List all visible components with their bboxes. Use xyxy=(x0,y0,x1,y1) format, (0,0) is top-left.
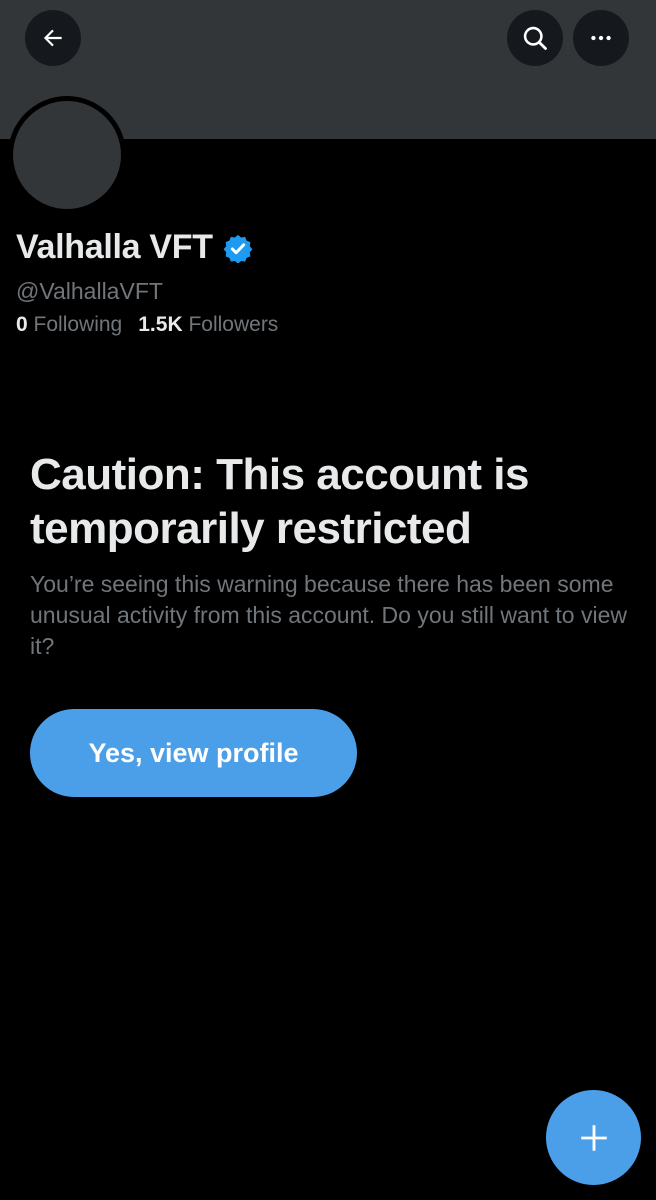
follow-stats: 0 Following 1.5K Followers xyxy=(16,313,278,337)
following-label: Following xyxy=(33,313,123,336)
view-profile-button[interactable]: Yes, view profile xyxy=(30,709,357,797)
avatar[interactable] xyxy=(8,96,126,214)
more-horizontal-icon xyxy=(591,35,611,41)
caution-description: You’re seeing this warning because there… xyxy=(30,571,627,659)
following-count: 0 xyxy=(16,313,28,336)
profile-handle: @ValhallaVFT xyxy=(16,278,163,304)
compose-post-button[interactable] xyxy=(546,1090,641,1185)
followers-count: 1.5K xyxy=(138,313,183,336)
verified-badge-icon[interactable] xyxy=(223,233,253,263)
search-icon xyxy=(523,26,547,50)
caution-title: Caution: This account is temporarily res… xyxy=(30,450,529,553)
following-link[interactable]: 0 Following xyxy=(16,313,122,337)
display-name: Valhalla VFT xyxy=(16,228,213,266)
arrow-left-icon xyxy=(43,29,62,47)
search-button[interactable] xyxy=(507,10,563,66)
profile-screen: Valhalla VFT @ValhallaVFT 0 Following 1.… xyxy=(0,0,656,1200)
followers-label: Followers xyxy=(188,313,279,336)
avatar-image-placeholder xyxy=(13,101,121,209)
profile-name-row: Valhalla VFT xyxy=(16,228,253,267)
plus-icon xyxy=(580,1124,607,1151)
more-options-button[interactable] xyxy=(573,10,629,66)
back-button[interactable] xyxy=(25,10,81,66)
followers-link[interactable]: 1.5K Followers xyxy=(138,313,278,337)
